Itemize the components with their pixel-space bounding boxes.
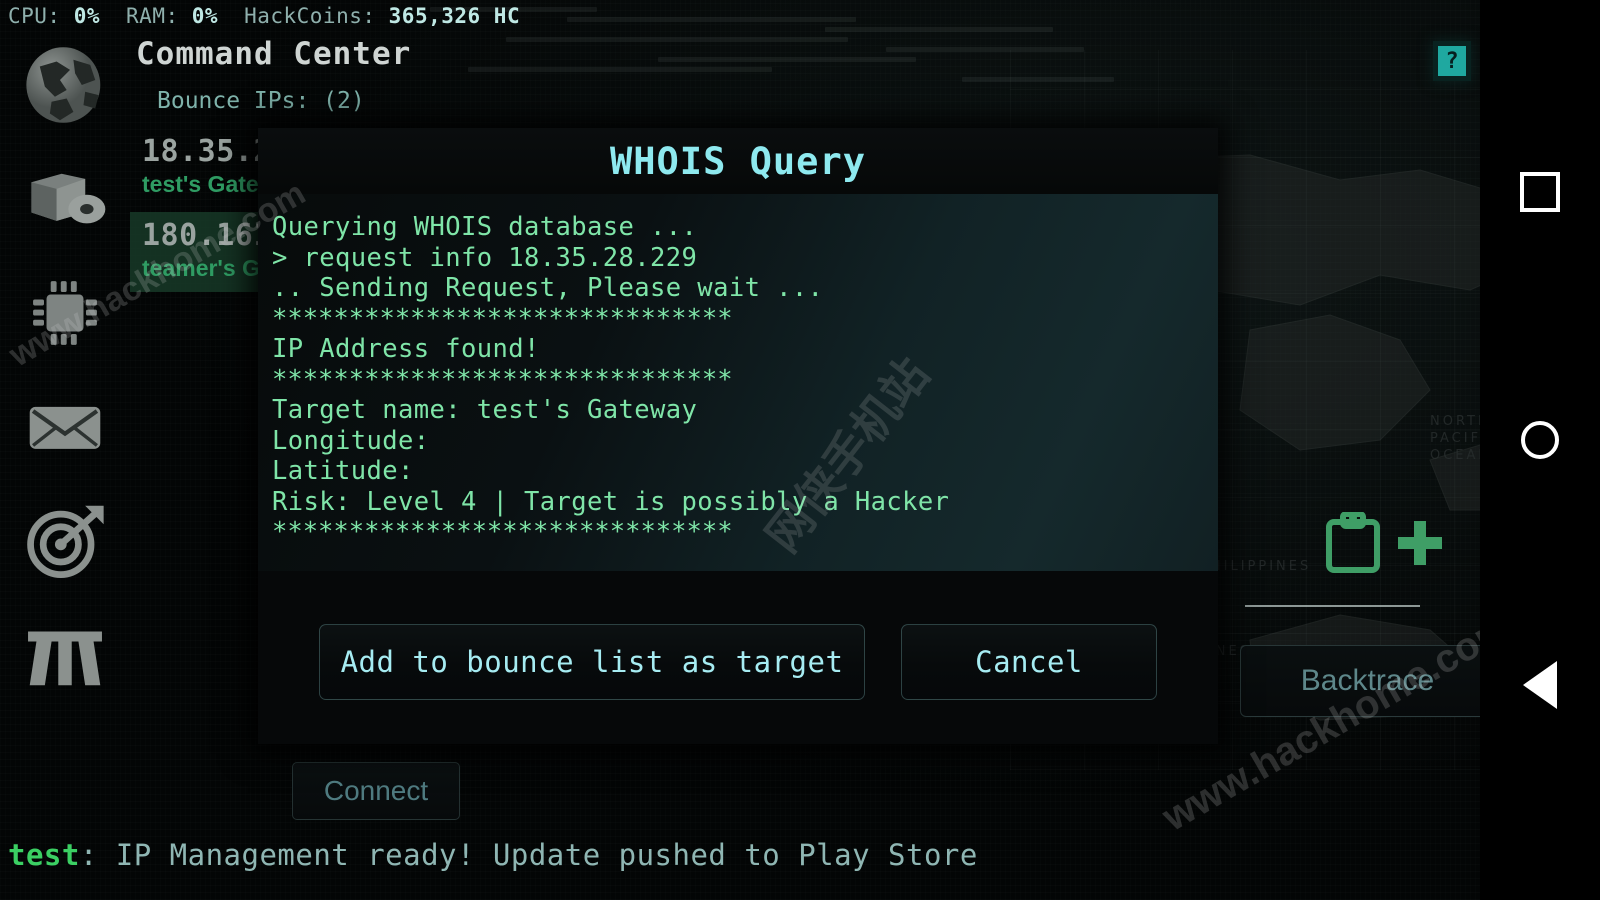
terminal-line: Target name: test's Gateway xyxy=(272,395,698,425)
backtrace-button[interactable]: Backtrace xyxy=(1240,645,1495,717)
hackcoins-label: HackCoins: xyxy=(244,4,376,28)
cpu-stat: CPU: 0% xyxy=(8,4,100,28)
status-chat-line: test: IP Management ready! Update pushed… xyxy=(8,838,978,872)
back-triangle-icon[interactable] xyxy=(1480,645,1600,725)
android-navigation-bar xyxy=(1480,0,1600,900)
terminal-line: ****************************** xyxy=(272,303,733,334)
terminal-line: IP Address found! xyxy=(272,334,540,364)
terminal-line: Latitude: xyxy=(272,456,414,486)
connect-button[interactable]: Connect xyxy=(292,762,460,820)
left-icon-rail xyxy=(10,42,120,762)
bank-icon[interactable] xyxy=(17,612,113,698)
plus-icon[interactable] xyxy=(1395,518,1445,568)
bounce-ips-header: Bounce IPs: (2) xyxy=(157,88,365,114)
whois-terminal-output: Querying WHOIS database ... > request in… xyxy=(258,194,1218,571)
hackcoins-stat: HackCoins: 365,326 HC xyxy=(244,4,520,28)
terminal-line: ****************************** xyxy=(272,517,733,547)
home-circle-icon[interactable] xyxy=(1480,400,1600,480)
divider-line xyxy=(1245,605,1420,607)
terminal-line: Querying WHOIS database ... xyxy=(272,212,698,242)
terminal-line: ****************************** xyxy=(272,364,733,395)
mail-icon[interactable] xyxy=(17,384,113,470)
clipboard-icon[interactable] xyxy=(1325,512,1381,574)
add-to-bounce-list-button[interactable]: Add to bounce list as target xyxy=(319,623,865,700)
terminal-line: .. Sending Request, Please wait ... xyxy=(272,273,824,303)
chat-message: IP Management ready! Update pushed to Pl… xyxy=(115,838,978,872)
chat-username: test xyxy=(8,838,80,872)
whois-query-dialog: WHOIS Query Querying WHOIS database ... … xyxy=(258,128,1218,744)
terminal-line: Risk: Level 4 | Target is possibly a Hac… xyxy=(272,486,950,517)
recents-square-icon[interactable] xyxy=(1480,152,1600,232)
ram-stat: RAM: 0% xyxy=(126,4,218,28)
software-icon[interactable] xyxy=(17,156,113,242)
terminal-line: Longitude: xyxy=(272,425,430,456)
cpu-value: 0% xyxy=(73,4,101,28)
dialog-action-bar: Add to bounce list as target Cancel xyxy=(258,571,1218,744)
ram-label: RAM: xyxy=(126,4,179,28)
clipboard-add-row xyxy=(1325,512,1445,574)
globe-icon[interactable] xyxy=(17,42,113,128)
hackcoins-value: 365,326 HC xyxy=(388,4,521,28)
top-status-bar: CPU: 0% RAM: 0% HackCoins: 365,326 HC xyxy=(0,0,1480,32)
chat-separator: : xyxy=(79,838,116,872)
terminal-line: > request info 18.35.28.229 xyxy=(272,242,698,273)
page-title: Command Center xyxy=(136,36,412,72)
hardware-chip-icon[interactable] xyxy=(17,270,113,356)
ram-value: 0% xyxy=(191,4,219,28)
target-icon[interactable] xyxy=(17,498,113,584)
help-button[interactable]: ? xyxy=(1438,46,1466,76)
dialog-title: WHOIS Query xyxy=(258,128,1218,194)
cancel-button[interactable]: Cancel xyxy=(901,623,1157,700)
cpu-label: CPU: xyxy=(8,4,61,28)
